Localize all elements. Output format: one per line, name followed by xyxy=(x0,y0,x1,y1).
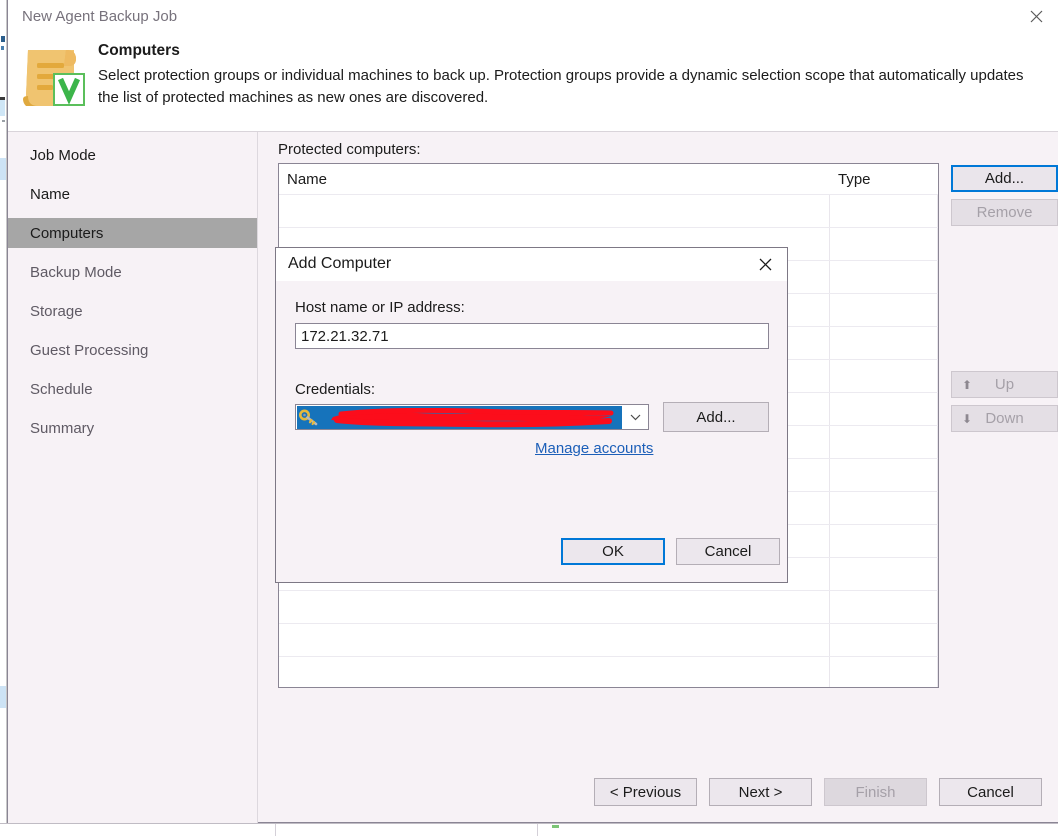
table-row xyxy=(279,623,938,624)
table-row xyxy=(279,194,938,195)
sidebar-item-label: Job Mode xyxy=(30,146,96,164)
background-taskbar-sliver xyxy=(0,823,1058,836)
sidebar-item-label: Backup Mode xyxy=(30,263,122,281)
sidebar-item-storage[interactable]: Storage xyxy=(8,296,257,326)
dialog-ok-button-label: OK xyxy=(602,543,624,560)
sidebar-item-label: Guest Processing xyxy=(30,341,149,359)
remove-computer-button-label: Remove xyxy=(976,204,1033,221)
credentials-selected-item xyxy=(297,406,622,429)
sidebar-item-schedule[interactable]: Schedule xyxy=(8,374,257,404)
redaction-overlay xyxy=(327,407,617,429)
remove-computer-button[interactable]: Remove xyxy=(951,199,1058,226)
table-row xyxy=(279,656,938,657)
finish-button-label: Finish xyxy=(855,783,896,801)
dialog-ok-button[interactable]: OK xyxy=(561,538,665,565)
table-row xyxy=(279,590,938,591)
dialog-cancel-button[interactable]: Cancel xyxy=(676,538,780,565)
arrow-down-icon: ⬇ xyxy=(962,411,973,426)
taskbar-divider xyxy=(275,824,276,836)
wizard-step-sidebar: Job Mode Name Computers Backup Mode Stor… xyxy=(8,132,258,823)
move-up-button[interactable]: ⬆ Up xyxy=(951,371,1058,398)
column-header-type[interactable]: Type xyxy=(838,164,871,194)
next-button[interactable]: Next > xyxy=(709,778,812,806)
add-computer-button[interactable]: Add... xyxy=(951,165,1058,192)
protected-computers-label: Protected computers: xyxy=(278,141,421,158)
chevron-down-icon[interactable] xyxy=(622,405,648,429)
move-down-button-label: Down xyxy=(985,410,1024,427)
background-artifact xyxy=(0,100,5,116)
background-highlight xyxy=(0,158,6,180)
column-header-name[interactable]: Name xyxy=(287,164,327,194)
close-icon[interactable] xyxy=(743,248,787,280)
sidebar-item-label: Name xyxy=(30,185,71,203)
finish-button[interactable]: Finish xyxy=(824,778,927,806)
dialog-cancel-button-label: Cancel xyxy=(704,543,752,560)
close-icon[interactable] xyxy=(1013,0,1058,32)
veeam-protection-group-icon xyxy=(14,36,98,116)
add-computer-dialog: Add Computer Host name or IP address: Cr… xyxy=(275,247,788,583)
status-indicator xyxy=(552,825,559,828)
dialog-title: Add Computer xyxy=(288,255,392,272)
dialog-titlebar: Add Computer xyxy=(276,248,787,281)
manage-accounts-link[interactable]: Manage accounts xyxy=(535,440,653,457)
sidebar-item-label: Schedule xyxy=(30,380,93,398)
wizard-footer: < Previous Next > Finish Cancel xyxy=(8,766,1058,822)
sidebar-item-backup-mode[interactable]: Backup Mode xyxy=(8,257,257,287)
page-description: Select protection groups or individual m… xyxy=(98,67,1024,106)
add-credentials-button[interactable]: Add... xyxy=(663,402,769,432)
credentials-combobox[interactable] xyxy=(295,404,649,430)
arrow-up-icon: ⬆ xyxy=(962,377,973,392)
next-button-label: Next > xyxy=(738,783,783,801)
sidebar-item-label: Computers xyxy=(30,224,104,242)
previous-button-label: < Previous xyxy=(609,783,682,801)
move-down-button[interactable]: ⬇ Down xyxy=(951,405,1058,432)
window-title: New Agent Backup Job xyxy=(22,8,178,25)
window-titlebar: New Agent Backup Job xyxy=(8,0,1058,34)
background-artifact xyxy=(1,46,4,50)
table-row xyxy=(279,227,938,228)
previous-button[interactable]: < Previous xyxy=(594,778,697,806)
sidebar-item-label: Storage xyxy=(30,302,83,320)
sidebar-item-job-mode[interactable]: Job Mode xyxy=(8,140,257,170)
background-highlight xyxy=(0,686,6,708)
key-icon xyxy=(299,409,319,427)
move-up-button-label: Up xyxy=(994,376,1015,393)
wizard-header: Computers Select protection groups or in… xyxy=(8,34,1058,132)
cancel-button-label: Cancel xyxy=(967,783,1014,801)
new-agent-backup-job-wizard: New Agent Backup Job Computers Select pr… xyxy=(7,0,1058,823)
background-artifact xyxy=(2,120,5,122)
credentials-label: Credentials: xyxy=(295,381,376,398)
background-window-sliver xyxy=(0,0,7,835)
add-credentials-button-label: Add... xyxy=(696,408,736,426)
sidebar-item-name[interactable]: Name xyxy=(8,179,257,209)
column-divider xyxy=(937,164,938,687)
page-title: Computers xyxy=(98,42,180,59)
sidebar-item-guest-processing[interactable]: Guest Processing xyxy=(8,335,257,365)
sidebar-item-summary[interactable]: Summary xyxy=(8,413,257,443)
cancel-button[interactable]: Cancel xyxy=(939,778,1042,806)
host-name-input[interactable] xyxy=(295,323,769,349)
taskbar-divider xyxy=(537,824,538,836)
table-header-row: Name Type xyxy=(279,164,938,194)
background-artifact xyxy=(1,36,5,42)
host-name-label: Host name or IP address: xyxy=(295,299,465,316)
sidebar-item-label: Summary xyxy=(30,419,95,437)
column-divider xyxy=(829,164,830,687)
add-computer-button-label: Add... xyxy=(984,170,1025,187)
sidebar-item-computers[interactable]: Computers xyxy=(8,218,257,248)
